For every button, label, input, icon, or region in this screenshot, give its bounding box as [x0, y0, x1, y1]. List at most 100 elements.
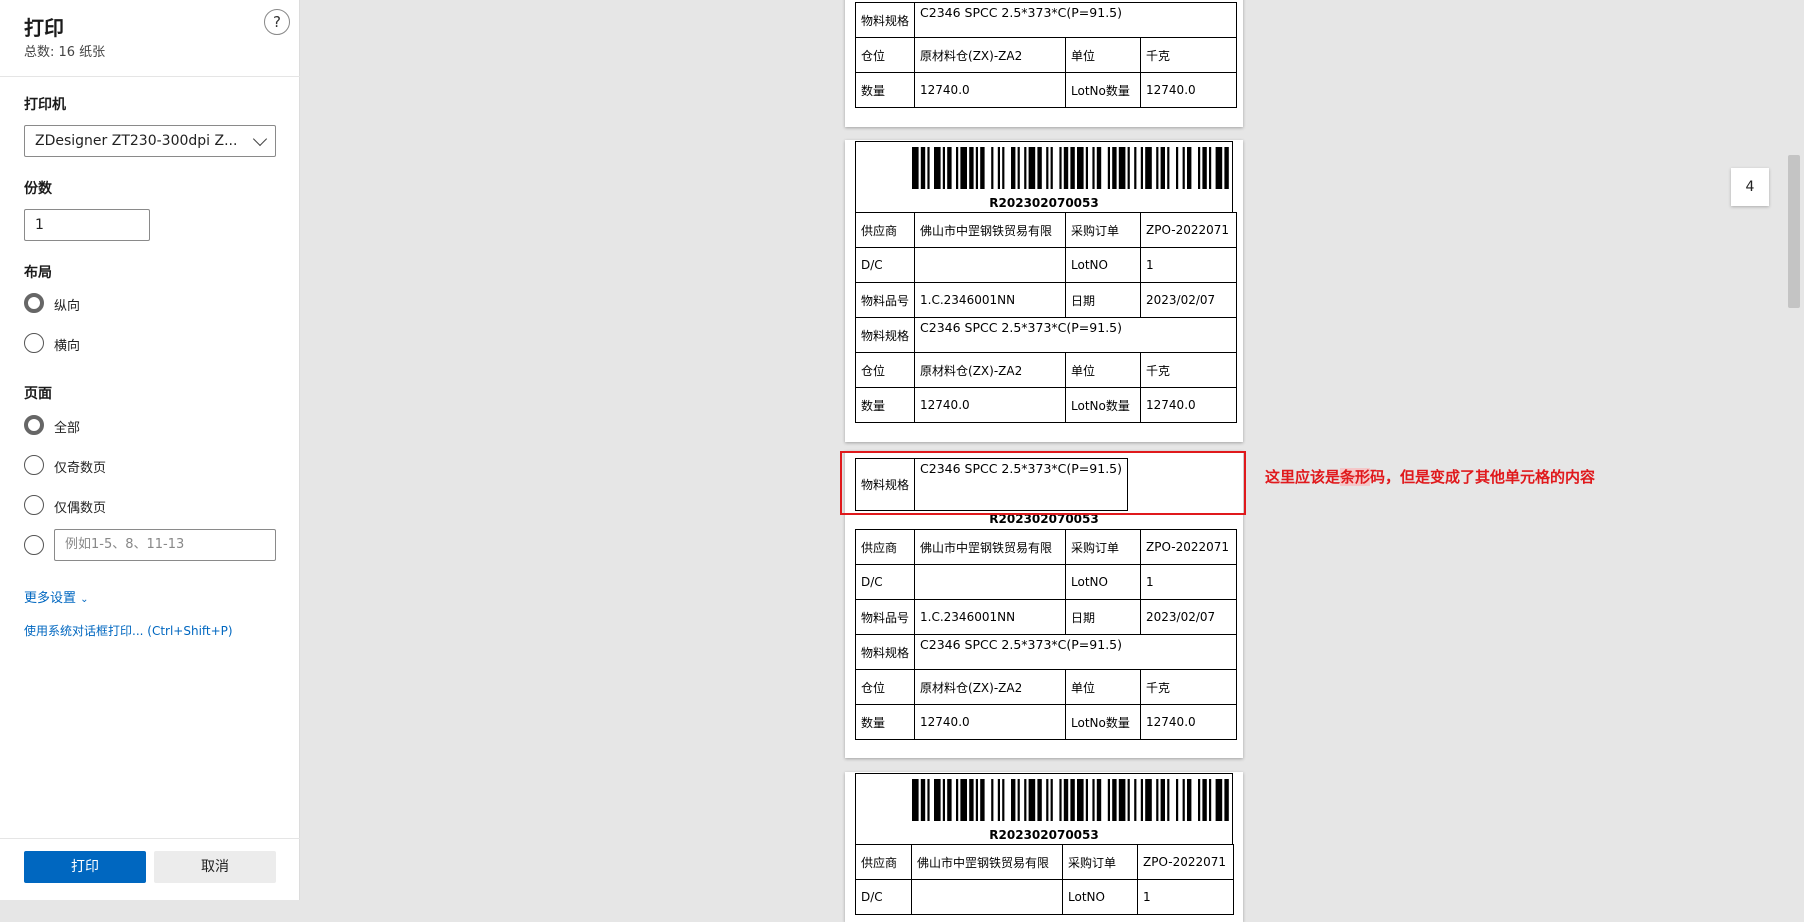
- dc-label: D/C: [855, 879, 912, 915]
- all-pages-label: 全部: [54, 421, 81, 436]
- sheet-count: 总数: 16 纸张: [24, 45, 106, 60]
- portrait-label: 纵向: [54, 299, 81, 314]
- annotation-note: 这里应该是条形码，但是变成了其他单元格的内容: [1265, 466, 1595, 487]
- table-row: 物料品号 1.C.2346001NN 日期 2023/02/07: [854, 282, 1238, 318]
- supplier-value: 佛山市中罡钢铁贸易有限: [914, 529, 1067, 565]
- po-value: ZPO-2022071: [1140, 212, 1238, 248]
- part-value: 1.C.2346001NN: [914, 599, 1067, 635]
- warehouse-value: 原材料仓(ZX)-ZA2: [914, 669, 1067, 705]
- unit-label: 单位: [1065, 669, 1142, 705]
- scrollbar-thumb[interactable]: [1788, 155, 1800, 308]
- date-label: 日期: [1065, 599, 1142, 635]
- table-row: 仓位 原材料仓(ZX)-ZA2 单位 千克: [854, 37, 1238, 73]
- label-table: 供应商 佛山市中罡钢铁贸易有限 采购订单 ZPO-2022071 D/C Lot…: [854, 529, 1238, 740]
- spec-label: 物料规格: [854, 317, 916, 353]
- chevron-down-icon: ⌄: [80, 594, 89, 605]
- system-dialog-link[interactable]: 使用系统对话框打印... (Ctrl+Shift+P): [24, 622, 233, 639]
- table-row: D/C LotNO 1: [854, 564, 1238, 600]
- radio-custom-range[interactable]: [24, 535, 44, 555]
- radio-landscape[interactable]: [24, 333, 44, 353]
- annotation-highlight: 条形: [1340, 468, 1371, 486]
- radio-portrait[interactable]: [24, 293, 44, 313]
- lotqty-label: LotNo数量: [1065, 387, 1142, 423]
- label-table: 物料规格 C2346 SPCC 2.5*373*C(P=91.5) 仓位 原材料…: [854, 2, 1238, 108]
- table-row: 物料规格 C2346 SPCC 2.5*373*C(P=91.5): [854, 2, 1238, 38]
- table-row: 数量 12740.0 LotNo数量 12740.0: [854, 704, 1238, 740]
- annotation-text: 码，但是变成了其他单元格的内容: [1370, 468, 1596, 486]
- dc-value: [914, 564, 1067, 600]
- barcode-icon: [912, 779, 1229, 821]
- qty-label: 数量: [854, 72, 916, 108]
- chevron-down-icon: [252, 131, 268, 147]
- table-row: 数量 12740.0 LotNo数量 12740.0: [854, 72, 1238, 108]
- dc-value: [911, 879, 1063, 915]
- warehouse-label: 仓位: [854, 669, 916, 705]
- lotno-value: 1: [1137, 879, 1234, 915]
- part-label: 物料品号: [854, 282, 916, 318]
- radio-even-pages[interactable]: [24, 495, 44, 515]
- even-pages-label: 仅偶数页: [54, 501, 107, 516]
- print-settings-panel: 打印 总数: 16 纸张 ? 打印机 ZDesigner ZT230-300dp…: [0, 0, 300, 900]
- qty-value: 12740.0: [914, 704, 1067, 740]
- lotqty-label: LotNo数量: [1065, 72, 1142, 108]
- page-range-input[interactable]: 例如1-5、8、11-13: [54, 529, 276, 561]
- print-button[interactable]: 打印: [24, 851, 146, 883]
- warehouse-value: 原材料仓(ZX)-ZA2: [914, 37, 1067, 73]
- unit-value: 千克: [1140, 669, 1238, 705]
- barcode-block: R202302070053: [855, 141, 1233, 213]
- dc-label: D/C: [854, 564, 916, 600]
- po-label: 采购订单: [1065, 529, 1142, 565]
- help-icon[interactable]: ?: [264, 9, 290, 35]
- printer-select[interactable]: ZDesigner ZT230-300dpi Z...: [24, 125, 276, 157]
- table-row: 供应商 佛山市中罡钢铁贸易有限 采购订单 ZPO-2022071: [854, 529, 1238, 565]
- pages-label: 页面: [24, 386, 52, 402]
- dc-label: D/C: [854, 247, 916, 283]
- barcode-text: R202302070053: [989, 828, 1099, 842]
- lotno-value: 1: [1140, 564, 1238, 600]
- qty-label: 数量: [854, 704, 916, 740]
- spec-label: 物料规格: [854, 2, 916, 38]
- part-value: 1.C.2346001NN: [914, 282, 1067, 318]
- label-sheet: R202302070053 供应商 佛山市中罡钢铁贸易有限 采购订单 ZPO-2…: [845, 140, 1243, 442]
- label-table: 供应商 佛山市中罡钢铁贸易有限 采购订单 ZPO-2022071 D/C Lot…: [855, 844, 1234, 915]
- warehouse-value: 原材料仓(ZX)-ZA2: [914, 352, 1067, 388]
- printer-label: 打印机: [24, 97, 66, 113]
- cancel-button[interactable]: 取消: [154, 851, 276, 883]
- supplier-value: 佛山市中罡钢铁贸易有限: [911, 844, 1063, 880]
- label-sheet: 物料规格 C2346 SPCC 2.5*373*C(P=91.5) 仓位 原材料…: [845, 0, 1243, 127]
- error-highlight-box: [840, 451, 1246, 515]
- unit-label: 单位: [1065, 352, 1142, 388]
- dc-value: [914, 247, 1067, 283]
- date-value: 2023/02/07: [1140, 282, 1238, 318]
- label-table: 供应商 佛山市中罡钢铁贸易有限 采购订单 ZPO-2022071 D/C Lot…: [854, 212, 1238, 423]
- radio-odd-pages[interactable]: [24, 455, 44, 475]
- table-row: 数量 12740.0 LotNo数量 12740.0: [854, 387, 1238, 423]
- lotqty-value: 12740.0: [1140, 387, 1238, 423]
- more-settings-link[interactable]: 更多设置 ⌄: [24, 587, 89, 606]
- supplier-label: 供应商: [855, 844, 912, 880]
- panel-header: 打印 总数: 16 纸张 ?: [0, 0, 300, 77]
- po-label: 采购订单: [1062, 844, 1138, 880]
- unit-value: 千克: [1140, 37, 1238, 73]
- table-row: 仓位 原材料仓(ZX)-ZA2 单位 千克: [854, 669, 1238, 705]
- radio-all-pages[interactable]: [24, 415, 44, 435]
- dialog-title: 打印: [24, 16, 64, 40]
- spec-value: C2346 SPCC 2.5*373*C(P=91.5): [914, 634, 1238, 670]
- warehouse-label: 仓位: [854, 352, 916, 388]
- lotqty-value: 12740.0: [1140, 704, 1238, 740]
- table-row: 物料规格 C2346 SPCC 2.5*373*C(P=91.5): [854, 317, 1238, 353]
- table-row: 物料规格 C2346 SPCC 2.5*373*C(P=91.5): [854, 634, 1238, 670]
- qty-label: 数量: [854, 387, 916, 423]
- lotqty-value: 12740.0: [1140, 72, 1238, 108]
- copies-input[interactable]: 1: [24, 209, 150, 241]
- table-row: D/C LotNO 1: [854, 247, 1238, 283]
- more-settings-label: 更多设置: [24, 591, 77, 606]
- landscape-label: 横向: [54, 339, 81, 354]
- date-value: 2023/02/07: [1140, 599, 1238, 635]
- supplier-label: 供应商: [854, 529, 916, 565]
- table-row: 供应商 佛山市中罡钢铁贸易有限 采购订单 ZPO-2022071: [854, 212, 1238, 248]
- unit-value: 千克: [1140, 352, 1238, 388]
- po-value: ZPO-2022071: [1140, 529, 1238, 565]
- unit-label: 单位: [1065, 37, 1142, 73]
- lotno-value: 1: [1140, 247, 1238, 283]
